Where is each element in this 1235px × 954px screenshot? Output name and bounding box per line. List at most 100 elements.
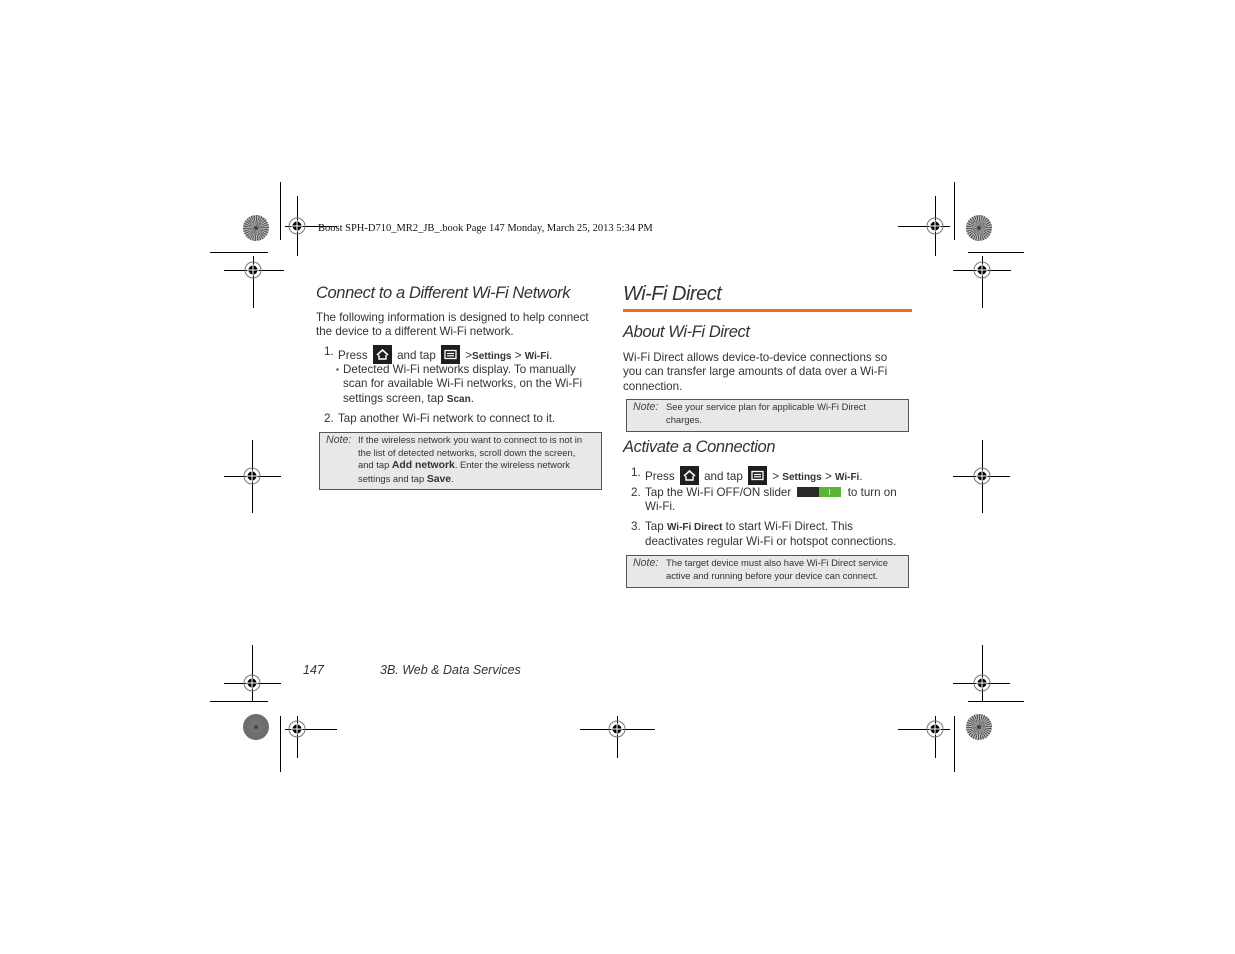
crop-mark bbox=[280, 182, 281, 240]
crop-mark bbox=[280, 716, 281, 772]
registration-mark-icon bbox=[926, 720, 944, 738]
about-line: connection. bbox=[623, 379, 683, 393]
right-step-2: 2. Tap the Wi-Fi OFF/ON slider to turn o… bbox=[631, 486, 911, 516]
note-text: See your service plan for applicable Wi-… bbox=[666, 401, 866, 426]
registration-mark-icon bbox=[244, 261, 262, 279]
settings-label: Settings bbox=[782, 472, 822, 483]
title-underline bbox=[623, 309, 912, 312]
menu-icon bbox=[441, 345, 461, 364]
registration-mark-icon bbox=[973, 261, 991, 279]
menu-icon bbox=[748, 466, 768, 485]
about-line: you can transfer large amounts of data o… bbox=[623, 365, 888, 379]
step-number: 1. bbox=[631, 466, 641, 479]
step-word: Wi-Fi. bbox=[645, 500, 676, 514]
note-line: The target device must also have Wi-Fi D… bbox=[666, 557, 888, 568]
step-text: Tap another Wi-Fi network to connect to … bbox=[338, 412, 556, 425]
step-number: 1. bbox=[324, 345, 334, 358]
section-heading-connect: Connect to a Different Wi-Fi Network bbox=[316, 284, 571, 302]
wifi-label: Wi-Fi bbox=[834, 472, 860, 483]
step-number: 2. bbox=[631, 486, 641, 499]
note-line: If the wireless network you want to conn… bbox=[358, 434, 583, 445]
right-step-3: 3. Tap Wi-Fi Direct to start Wi-Fi Direc… bbox=[631, 520, 916, 550]
right-step-1: 1. Press and tap > Settings > Wi-Fi. bbox=[631, 466, 911, 485]
note-box-add-network: Note: If the wireless network you want t… bbox=[319, 432, 602, 490]
period: . bbox=[859, 470, 863, 483]
registration-mark-icon bbox=[973, 467, 991, 485]
intro-line: The following information is designed to… bbox=[316, 311, 589, 324]
step-text: Tap Wi-Fi Direct to start Wi-Fi Direct. … bbox=[645, 520, 920, 550]
separator: > bbox=[514, 349, 522, 362]
section-heading-about: About Wi-Fi Direct bbox=[623, 323, 750, 341]
crop-mark bbox=[954, 182, 955, 240]
note-line: settings and tap Save. bbox=[358, 473, 582, 487]
about-line: Wi-Fi Direct allows device-to-device con… bbox=[623, 351, 888, 364]
separator: > bbox=[824, 470, 832, 483]
page-number: 147 bbox=[303, 663, 324, 677]
step-word: Tap the Wi-Fi OFF/ON slider bbox=[645, 486, 792, 499]
note-line: the list of detected networks, scroll do… bbox=[358, 446, 576, 458]
intro-paragraph: The following information is designed to… bbox=[316, 311, 589, 340]
note-line: See your service plan for applicable Wi-… bbox=[666, 401, 867, 412]
registration-mark-icon bbox=[243, 467, 261, 485]
registration-mark-icon bbox=[973, 674, 991, 692]
bullet-item: ▪ Detected Wi-Fi networks display. To ma… bbox=[336, 363, 582, 407]
step-word: Press bbox=[645, 470, 675, 483]
bullet-text: settings screen, tap bbox=[343, 391, 444, 405]
registration-mark-icon bbox=[608, 720, 626, 738]
slider-on-segment bbox=[819, 487, 842, 497]
registration-mark-icon bbox=[288, 217, 306, 235]
star-target-icon bbox=[966, 215, 992, 241]
note-label: Note: bbox=[633, 401, 659, 413]
bullet-marker: ▪ bbox=[336, 365, 339, 374]
wifi-toggle-slider-icon bbox=[797, 487, 842, 497]
step-word: and tap bbox=[704, 470, 743, 483]
note-line: active and running before your device ca… bbox=[666, 569, 879, 581]
step-text: Tap the Wi-Fi OFF/ON slider to turn on W… bbox=[645, 486, 915, 515]
note-box-service-plan: Note: See your service plan for applicab… bbox=[626, 399, 909, 432]
note-text-part: settings and tap bbox=[358, 472, 425, 484]
section-footer: 3B. Web & Data Services bbox=[380, 663, 521, 677]
star-target-icon bbox=[243, 714, 269, 740]
star-target-icon bbox=[966, 714, 992, 740]
add-network-label: Add network bbox=[391, 460, 455, 472]
step-text: Press and tap >Settings > Wi-Fi. bbox=[338, 345, 552, 364]
note-text-part: and tap bbox=[358, 459, 390, 471]
step-word: to turn on bbox=[847, 486, 897, 499]
period: . bbox=[549, 349, 553, 362]
left-step-1: 1. Press and tap >Settings > Wi-Fi. bbox=[324, 345, 604, 364]
bullet-line: Detected Wi-Fi networks display. To manu… bbox=[343, 363, 576, 376]
crop-mark bbox=[968, 701, 1024, 702]
note-line: charges. bbox=[666, 413, 702, 425]
intro-line: the device to a different Wi-Fi network. bbox=[316, 325, 514, 339]
note-line: and tap Add network. Enter the wireless … bbox=[358, 459, 582, 473]
step-number: 3. bbox=[631, 520, 641, 533]
crop-mark bbox=[954, 716, 955, 772]
step-number: 2. bbox=[324, 412, 334, 425]
note-text-part: . Enter the wireless network bbox=[454, 459, 570, 471]
registration-mark-icon bbox=[288, 720, 306, 738]
home-icon bbox=[679, 466, 699, 485]
note-box-target-device: Note: The target device must also have W… bbox=[626, 555, 909, 588]
left-step-2: 2. Tap another Wi-Fi network to connect … bbox=[324, 412, 604, 428]
slider-off-segment bbox=[797, 487, 820, 497]
about-paragraph: Wi-Fi Direct allows device-to-device con… bbox=[623, 351, 887, 394]
crop-mark bbox=[968, 252, 1024, 253]
step-word: Press bbox=[338, 349, 368, 362]
note-label: Note: bbox=[326, 434, 352, 446]
page-title: Wi-Fi Direct bbox=[623, 283, 722, 305]
note-label: Note: bbox=[633, 557, 659, 569]
save-label: Save bbox=[426, 473, 452, 485]
step-word: to start Wi-Fi Direct. This bbox=[725, 520, 853, 533]
step-text: Press and tap > Settings > Wi-Fi. bbox=[645, 466, 863, 485]
registration-mark-icon bbox=[243, 674, 261, 692]
step-word: and tap bbox=[397, 349, 436, 362]
bullet-line: scan for available Wi-Fi networks, on th… bbox=[343, 377, 583, 391]
wifi-direct-label: Wi-Fi Direct bbox=[666, 522, 723, 533]
period: . bbox=[451, 472, 454, 484]
note-text: The target device must also have Wi-Fi D… bbox=[666, 557, 888, 582]
wifi-label: Wi-Fi bbox=[524, 351, 550, 362]
crop-mark bbox=[210, 701, 268, 702]
home-icon bbox=[372, 345, 392, 364]
registration-mark-icon bbox=[926, 217, 944, 235]
bullet-line: settings screen, tap Scan. bbox=[343, 392, 582, 407]
